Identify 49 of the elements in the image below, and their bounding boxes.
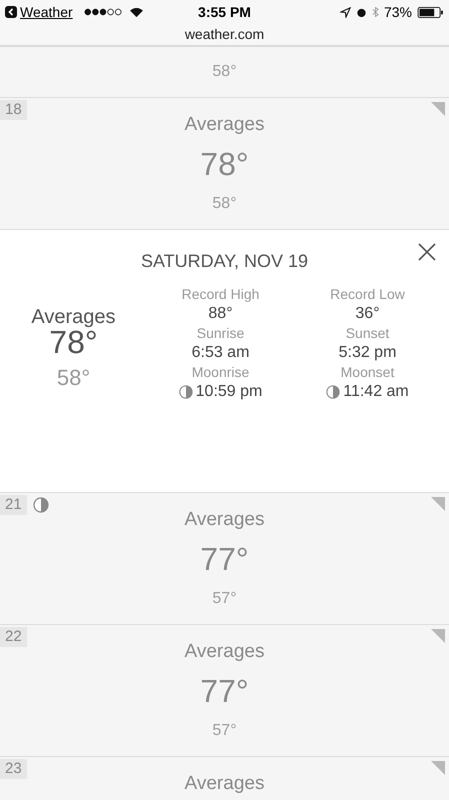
back-icon (5, 6, 17, 18)
stat-value: 11:42 am (343, 382, 409, 402)
stat-label: Moonset (340, 363, 394, 382)
url-text[interactable]: weather.com (184, 24, 264, 45)
close-icon (417, 242, 437, 262)
day-number: 18 (0, 100, 27, 120)
high-temperature: 77° (200, 540, 249, 579)
day-number: 22 (0, 627, 27, 647)
corner-triangle-icon (431, 629, 445, 643)
high-temperature: 78° (49, 327, 98, 357)
averages-label: Averages (31, 307, 116, 327)
signal-icon (84, 8, 122, 16)
bluetooth-icon (372, 6, 379, 18)
stat-value: 6:53 am (192, 343, 250, 363)
status-time: 3:55 PM (197, 2, 252, 22)
low-temperature: 57° (212, 721, 237, 741)
date-title: SATURDAY, NOV 19 (140, 250, 308, 273)
day-card[interactable]: 21 Averages 77° 57° (0, 493, 449, 625)
stat-value: 36° (355, 304, 380, 324)
averages-label: Averages (184, 772, 264, 796)
stat-value: 88° (208, 304, 233, 324)
low-temperature: 58° (212, 62, 237, 82)
corner-triangle-icon (431, 761, 445, 775)
battery-percent: 73% (384, 2, 412, 22)
back-link[interactable]: Weather (20, 2, 73, 22)
stat-label: Moonrise (192, 363, 250, 382)
corner-triangle-icon (431, 497, 445, 511)
averages-label: Averages (184, 640, 264, 664)
wifi-icon (128, 6, 144, 18)
high-temperature: 77° (200, 672, 249, 711)
stat-value: 10:59 pm (196, 382, 262, 402)
stat-label: Record Low (330, 285, 405, 304)
corner-triangle-icon (431, 102, 445, 116)
stat-label: Record High (182, 285, 260, 304)
stat-label: Sunset (346, 324, 390, 343)
battery-icon (417, 6, 444, 18)
stat-label: Sunrise (196, 324, 244, 343)
low-temperature: 58° (56, 364, 90, 392)
low-temperature: 57° (212, 589, 237, 609)
day-number: 23 (0, 759, 27, 779)
averages-label: Averages (184, 508, 264, 532)
location-icon (340, 6, 351, 18)
stat-value: 5:32 pm (338, 343, 396, 363)
day-number: 21 (0, 495, 27, 515)
averages-label: Averages (184, 113, 264, 137)
low-temperature: 58° (212, 194, 237, 214)
high-temperature: 78° (200, 145, 249, 184)
day-card[interactable]: 22 Averages 77° 57° (0, 625, 449, 757)
day-card[interactable]: 18 Averages 78° 58° (0, 98, 449, 230)
